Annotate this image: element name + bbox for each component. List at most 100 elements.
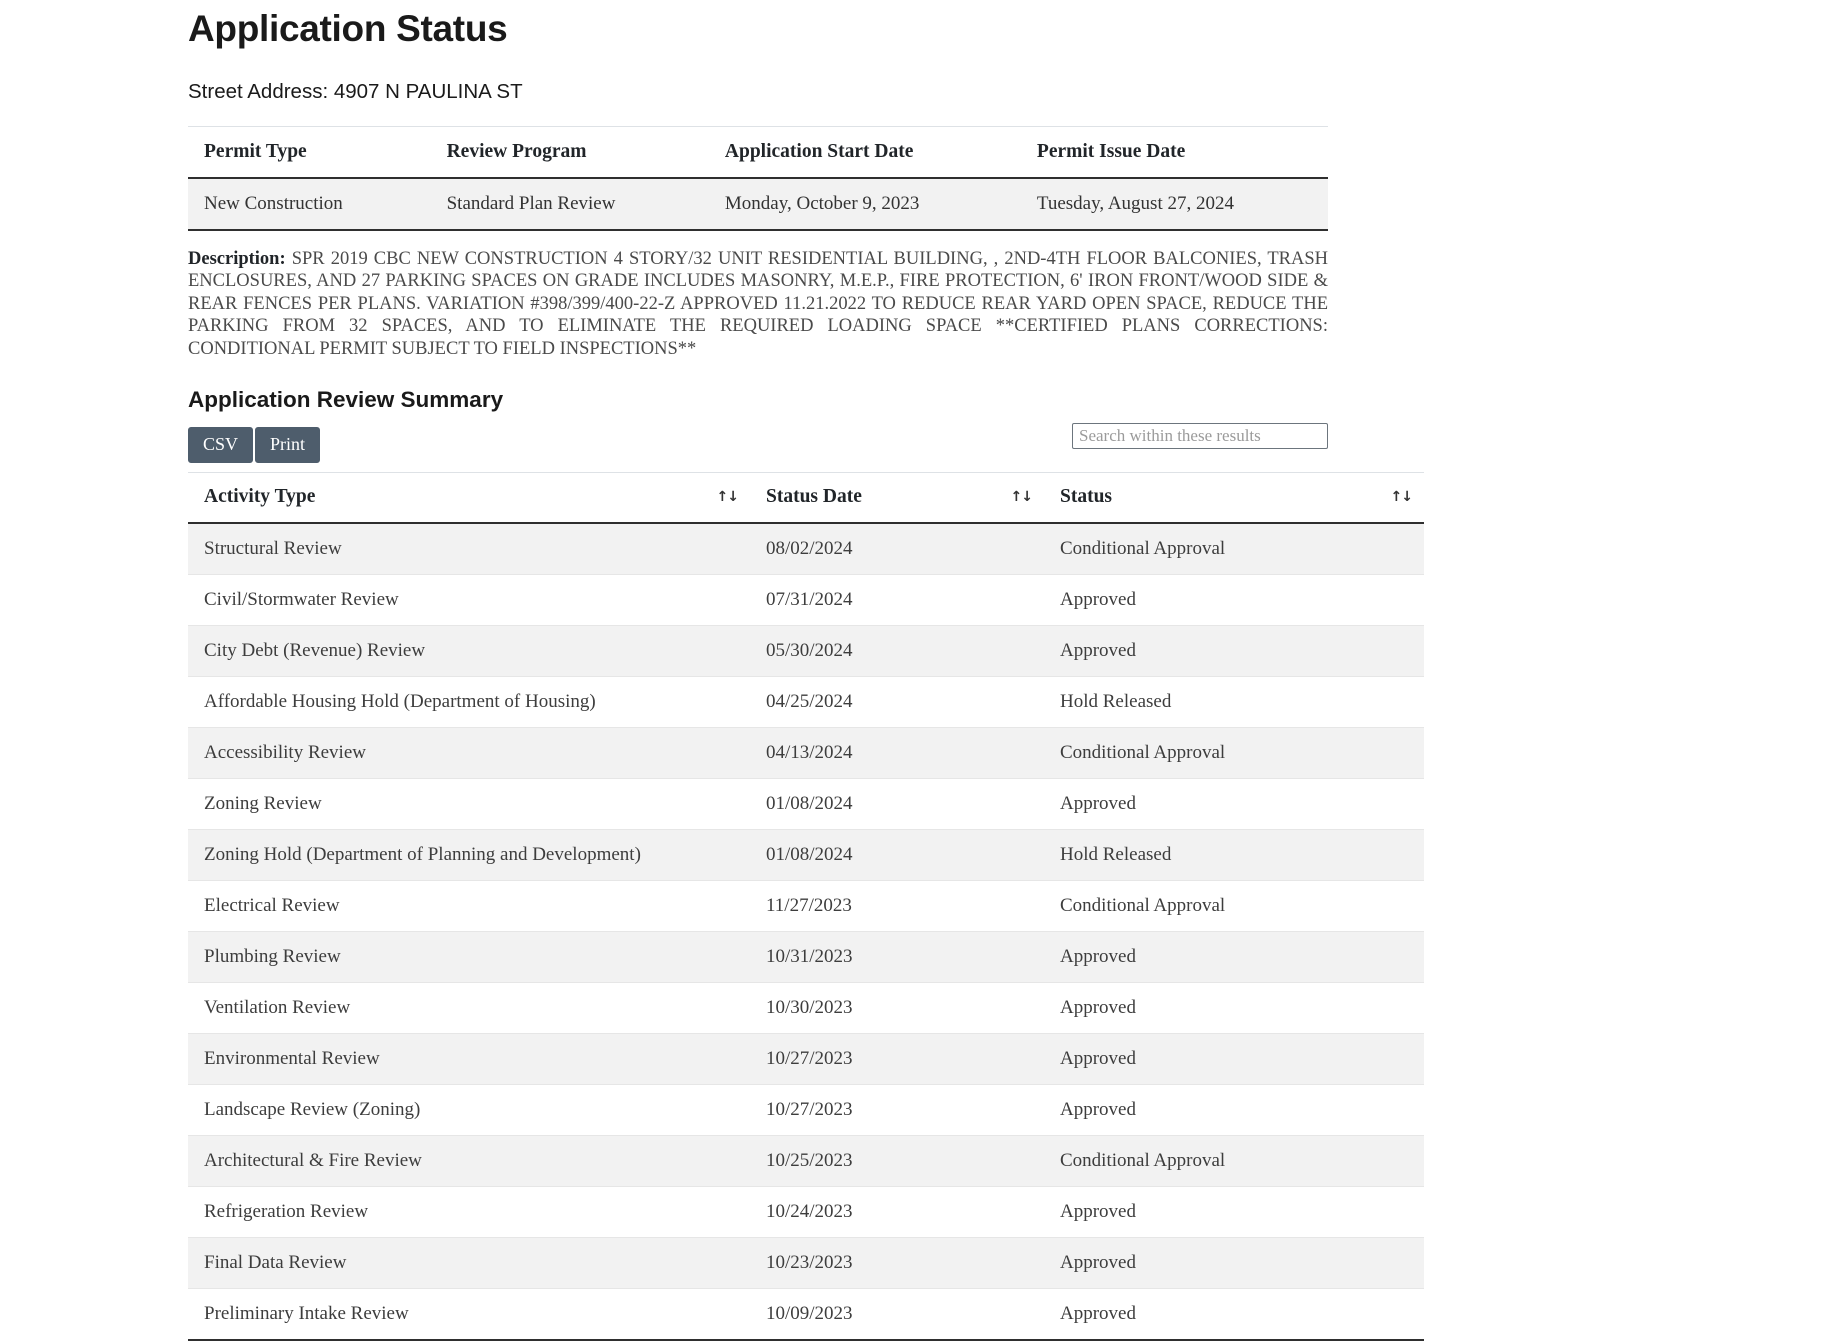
cell-status-date: 04/13/2024	[750, 727, 1044, 779]
review-table-header-row: Activity Type ↑↓ Status Date ↑↓ Status ↑…	[188, 471, 1424, 524]
cell-status: Approved	[1044, 1237, 1424, 1289]
description-block: Description: SPR 2019 CBC NEW CONSTRUCTI…	[188, 248, 1328, 361]
table-row: Preliminary Intake Review 10/09/2023 Appro…	[188, 1288, 1424, 1341]
cell-status-date: 10/27/2023	[750, 1084, 1044, 1136]
table-row: Final Data Review 10/23/2023 Approved	[188, 1237, 1424, 1289]
column-header-activity-type-label: Activity Type	[204, 485, 316, 507]
cell-activity-type: Landscape Review (Zoning)	[188, 1084, 750, 1136]
cell-status: Approved	[1044, 982, 1424, 1034]
review-table-head: Activity Type ↑↓ Status Date ↑↓ Status ↑…	[188, 471, 1424, 524]
cell-status-date: 10/25/2023	[750, 1135, 1044, 1187]
cell-permit-type: New Construction	[188, 177, 431, 231]
table-row: Plumbing Review 10/31/2023 Approved	[188, 931, 1424, 983]
street-address: Street Address: 4907 N PAULINA ST	[188, 79, 523, 103]
column-header-status-date[interactable]: Status Date ↑↓	[750, 471, 1044, 524]
cell-status: Approved	[1044, 574, 1424, 626]
cell-activity-type: City Debt (Revenue) Review	[188, 625, 750, 677]
cell-status-date: 10/27/2023	[750, 1033, 1044, 1085]
page-title: Application Status	[188, 8, 508, 49]
cell-status: Conditional Approval	[1044, 880, 1424, 932]
cell-status-date: 07/31/2024	[750, 574, 1044, 626]
table-row: Electrical Review 11/27/2023 Conditional A…	[188, 880, 1424, 932]
cell-status: Approved	[1044, 1288, 1424, 1341]
cell-activity-type: Zoning Hold (Department of Planning and …	[188, 829, 750, 881]
column-header-status-label: Status	[1060, 485, 1113, 507]
cell-permit-issue-date: Tuesday, August 27, 2024	[1020, 177, 1328, 231]
cell-activity-type: Electrical Review	[188, 880, 750, 932]
cell-status-date: 08/02/2024	[750, 522, 1044, 575]
cell-activity-type: Zoning Review	[188, 778, 750, 830]
column-header-application-start-date: Application Start Date	[708, 125, 1021, 179]
cell-status: Conditional Approval	[1044, 1135, 1424, 1187]
cell-status-date: 10/23/2023	[750, 1237, 1044, 1289]
permit-summary-table: Permit Type Review Program Application S…	[188, 125, 1328, 231]
table-row: Refrigeration Review 10/24/2023 Approved	[188, 1186, 1424, 1238]
sort-arrows-icon[interactable]: ↑↓	[1391, 489, 1413, 505]
description-label: Description:	[188, 248, 286, 269]
cell-activity-type: Accessibility Review	[188, 727, 750, 779]
cell-activity-type: Plumbing Review	[188, 931, 750, 983]
sort-arrows-icon[interactable]: ↑↓	[1011, 489, 1033, 505]
table-row: Architectural & Fire Review 10/25/2023 Con…	[188, 1135, 1424, 1187]
cell-application-start-date: Monday, October 9, 2023	[708, 177, 1021, 231]
page-content: Application Status Street Address: 4907 …	[188, 0, 1424, 1341]
table-row: Structural Review 08/02/2024 Conditional A…	[188, 522, 1424, 575]
cell-status-date: 10/30/2023	[750, 982, 1044, 1034]
export-button-group: CSV Print	[188, 426, 321, 464]
cell-status: Approved	[1044, 1033, 1424, 1085]
cell-activity-type: Preliminary Intake Review	[188, 1288, 750, 1341]
table-row: Civil/Stormwater Review 07/31/2024 Approve…	[188, 574, 1424, 626]
cell-status-date: 10/31/2023	[750, 931, 1044, 983]
cell-activity-type: Structural Review	[188, 522, 750, 575]
table-row: New Construction Standard Plan Review Mo…	[188, 177, 1328, 231]
permit-table-body: New Construction Standard Plan Review Mo…	[188, 177, 1328, 231]
application-review-summary-table: Activity Type ↑↓ Status Date ↑↓ Status ↑…	[188, 471, 1424, 1341]
application-review-summary-title: Application Review Summary	[188, 386, 504, 412]
cell-status: Conditional Approval	[1044, 522, 1424, 575]
permit-table-head: Permit Type Review Program Application S…	[188, 125, 1328, 179]
table-row: Landscape Review (Zoning) 10/27/2023 Appro…	[188, 1084, 1424, 1136]
permit-table-header-row: Permit Type Review Program Application S…	[188, 125, 1328, 179]
review-table-body: Structural Review 08/02/2024 Conditional A…	[188, 522, 1424, 1341]
cell-status: Approved	[1044, 1084, 1424, 1136]
cell-status-date: 01/08/2024	[750, 829, 1044, 881]
csv-button[interactable]: CSV	[188, 426, 254, 464]
cell-status-date: 10/09/2023	[750, 1288, 1044, 1341]
cell-activity-type: Civil/Stormwater Review	[188, 574, 750, 626]
cell-status-date: 10/24/2023	[750, 1186, 1044, 1238]
column-header-activity-type[interactable]: Activity Type ↑↓	[188, 471, 750, 524]
table-row: Ventilation Review 10/30/2023 Approved	[188, 982, 1424, 1034]
cell-status: Hold Released	[1044, 829, 1424, 881]
review-table-toolbar: CSV Print	[188, 422, 1328, 465]
cell-activity-type: Affordable Housing Hold (Department of H…	[188, 676, 750, 728]
cell-status: Approved	[1044, 778, 1424, 830]
search-input[interactable]	[1072, 422, 1328, 449]
cell-status-date: 05/30/2024	[750, 625, 1044, 677]
cell-activity-type: Environmental Review	[188, 1033, 750, 1085]
cell-activity-type: Final Data Review	[188, 1237, 750, 1289]
cell-activity-type: Architectural & Fire Review	[188, 1135, 750, 1187]
print-button[interactable]: Print	[255, 426, 321, 464]
cell-status: Approved	[1044, 625, 1424, 677]
table-row: City Debt (Revenue) Review 05/30/2024 Appr…	[188, 625, 1424, 677]
column-header-permit-type: Permit Type	[188, 125, 431, 179]
cell-activity-type: Refrigeration Review	[188, 1186, 750, 1238]
column-header-status-date-label: Status Date	[766, 485, 862, 507]
table-row: Zoning Review 01/08/2024 Approved	[188, 778, 1424, 830]
cell-status-date: 04/25/2024	[750, 676, 1044, 728]
cell-status: Conditional Approval	[1044, 727, 1424, 779]
cell-status-date: 01/08/2024	[750, 778, 1044, 830]
cell-status: Approved	[1044, 931, 1424, 983]
cell-status: Hold Released	[1044, 676, 1424, 728]
cell-status-date: 11/27/2023	[750, 880, 1044, 932]
column-header-review-program: Review Program	[430, 125, 709, 179]
cell-review-program: Standard Plan Review	[430, 177, 709, 231]
application-status-page: Application Status Street Address: 4907 …	[0, 0, 1833, 1341]
column-header-permit-issue-date: Permit Issue Date	[1020, 125, 1328, 179]
cell-status: Approved	[1044, 1186, 1424, 1238]
description-text: SPR 2019 CBC NEW CONSTRUCTION 4 STORY/32…	[188, 248, 1328, 359]
column-header-status[interactable]: Status ↑↓	[1044, 471, 1424, 524]
table-row: Affordable Housing Hold (Department of H…	[188, 676, 1424, 728]
sort-arrows-icon[interactable]: ↑↓	[717, 489, 739, 505]
table-row: Environmental Review 10/27/2023 Approved	[188, 1033, 1424, 1085]
